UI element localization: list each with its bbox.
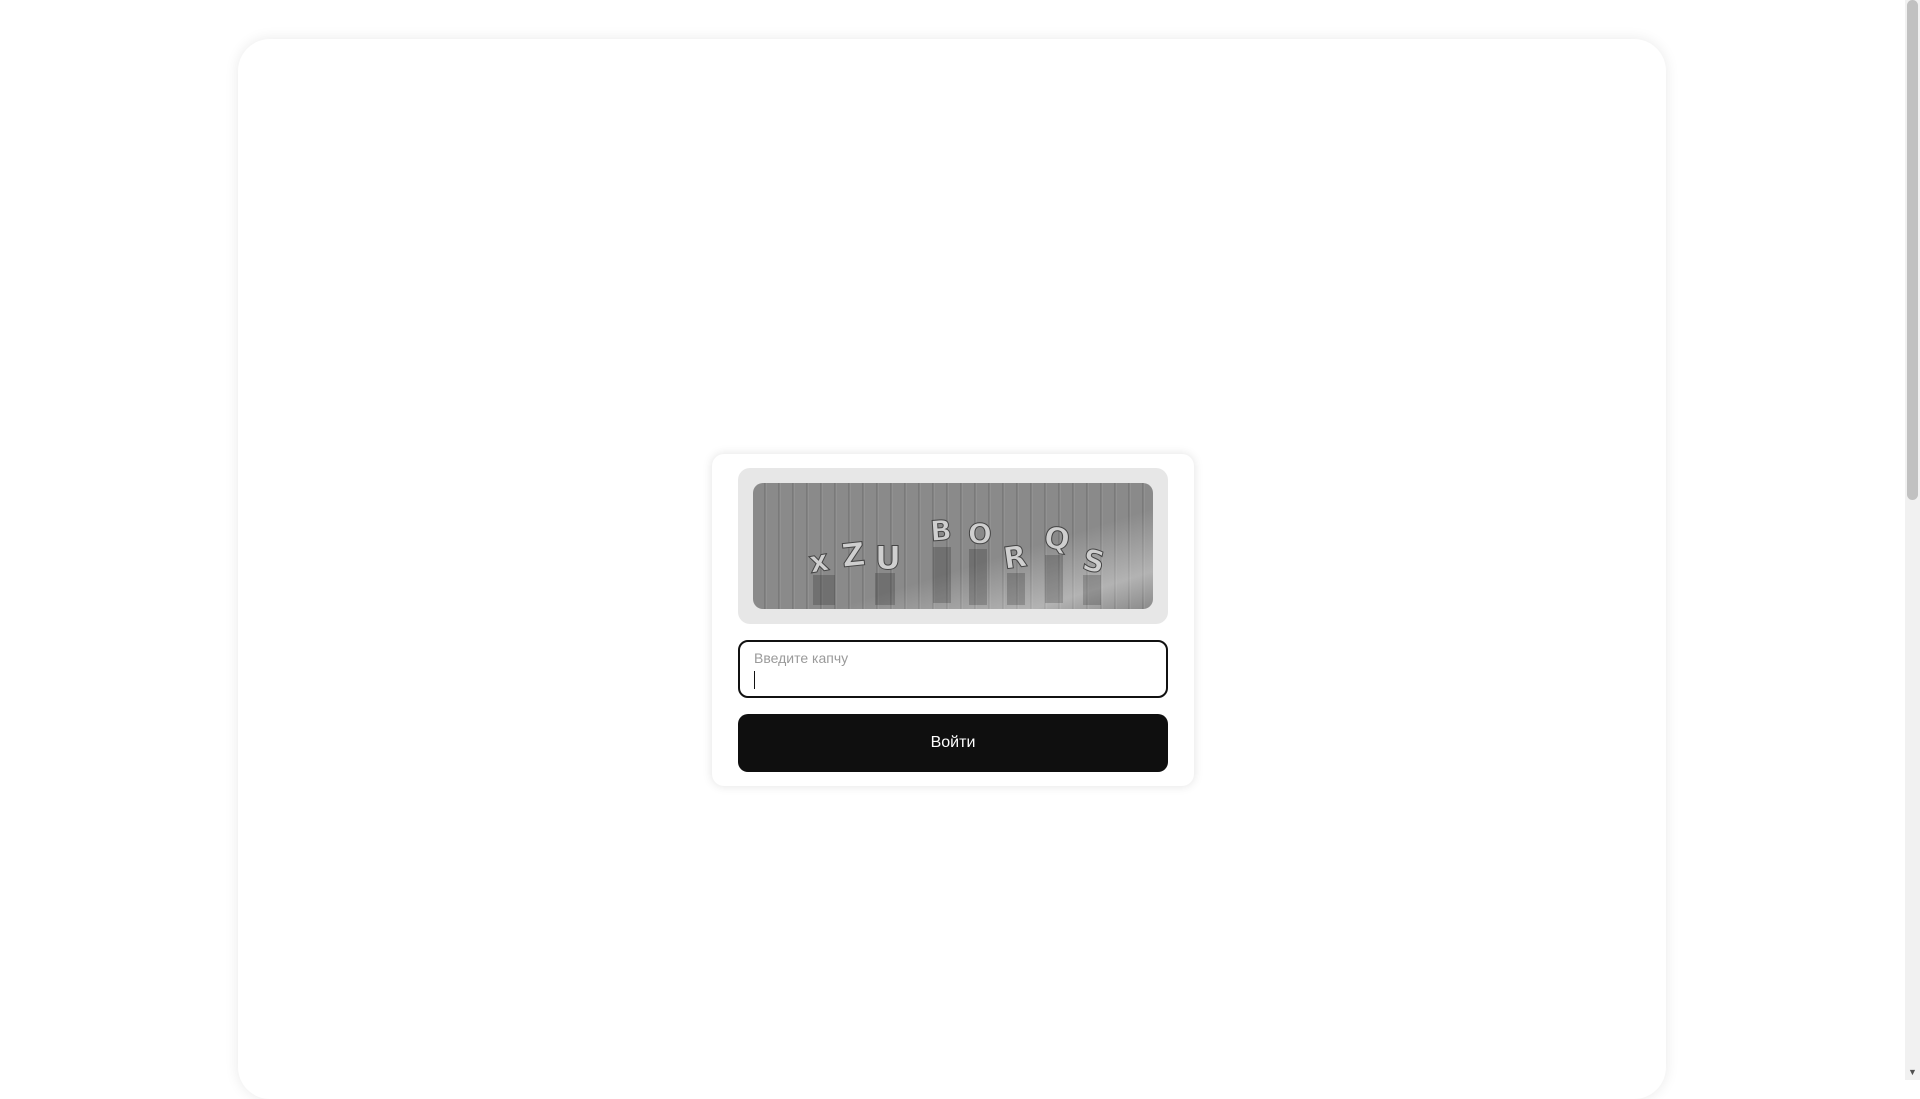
vertical-scrollbar[interactable]: ▼ [1905,0,1920,1080]
captcha-shadow [1083,575,1101,605]
captcha-glyph: U [875,539,901,577]
captcha-image: x Z U B O R Q S [753,483,1153,609]
captcha-glyph: O [968,517,992,550]
captcha-input-label: Введите капчу [754,650,849,666]
captcha-glyph: Q [1042,520,1072,558]
chevron-down-icon[interactable]: ▼ [1907,1067,1918,1078]
captcha-shadow [813,575,835,605]
captcha-input-field[interactable]: Введите капчу [738,640,1168,698]
login-button[interactable]: Войти [738,714,1168,772]
captcha-glyph: R [1001,539,1029,577]
captcha-shadow [1045,555,1063,603]
captcha-image-graphic: x Z U B O R Q S [753,483,1153,609]
captcha-shadow [875,573,895,605]
captcha-input[interactable] [754,668,1150,692]
captcha-card: x Z U B O R Q S Введите капчу Войти [712,454,1194,786]
captcha-shadow [933,547,951,603]
captcha-shadow [1007,573,1025,605]
captcha-glyph: Z [840,535,867,575]
captcha-glyph: B [929,514,953,548]
captcha-frame: x Z U B O R Q S [738,468,1168,624]
captcha-shadow [969,549,987,605]
scrollbar-thumb[interactable] [1907,0,1918,500]
text-caret [754,671,755,689]
